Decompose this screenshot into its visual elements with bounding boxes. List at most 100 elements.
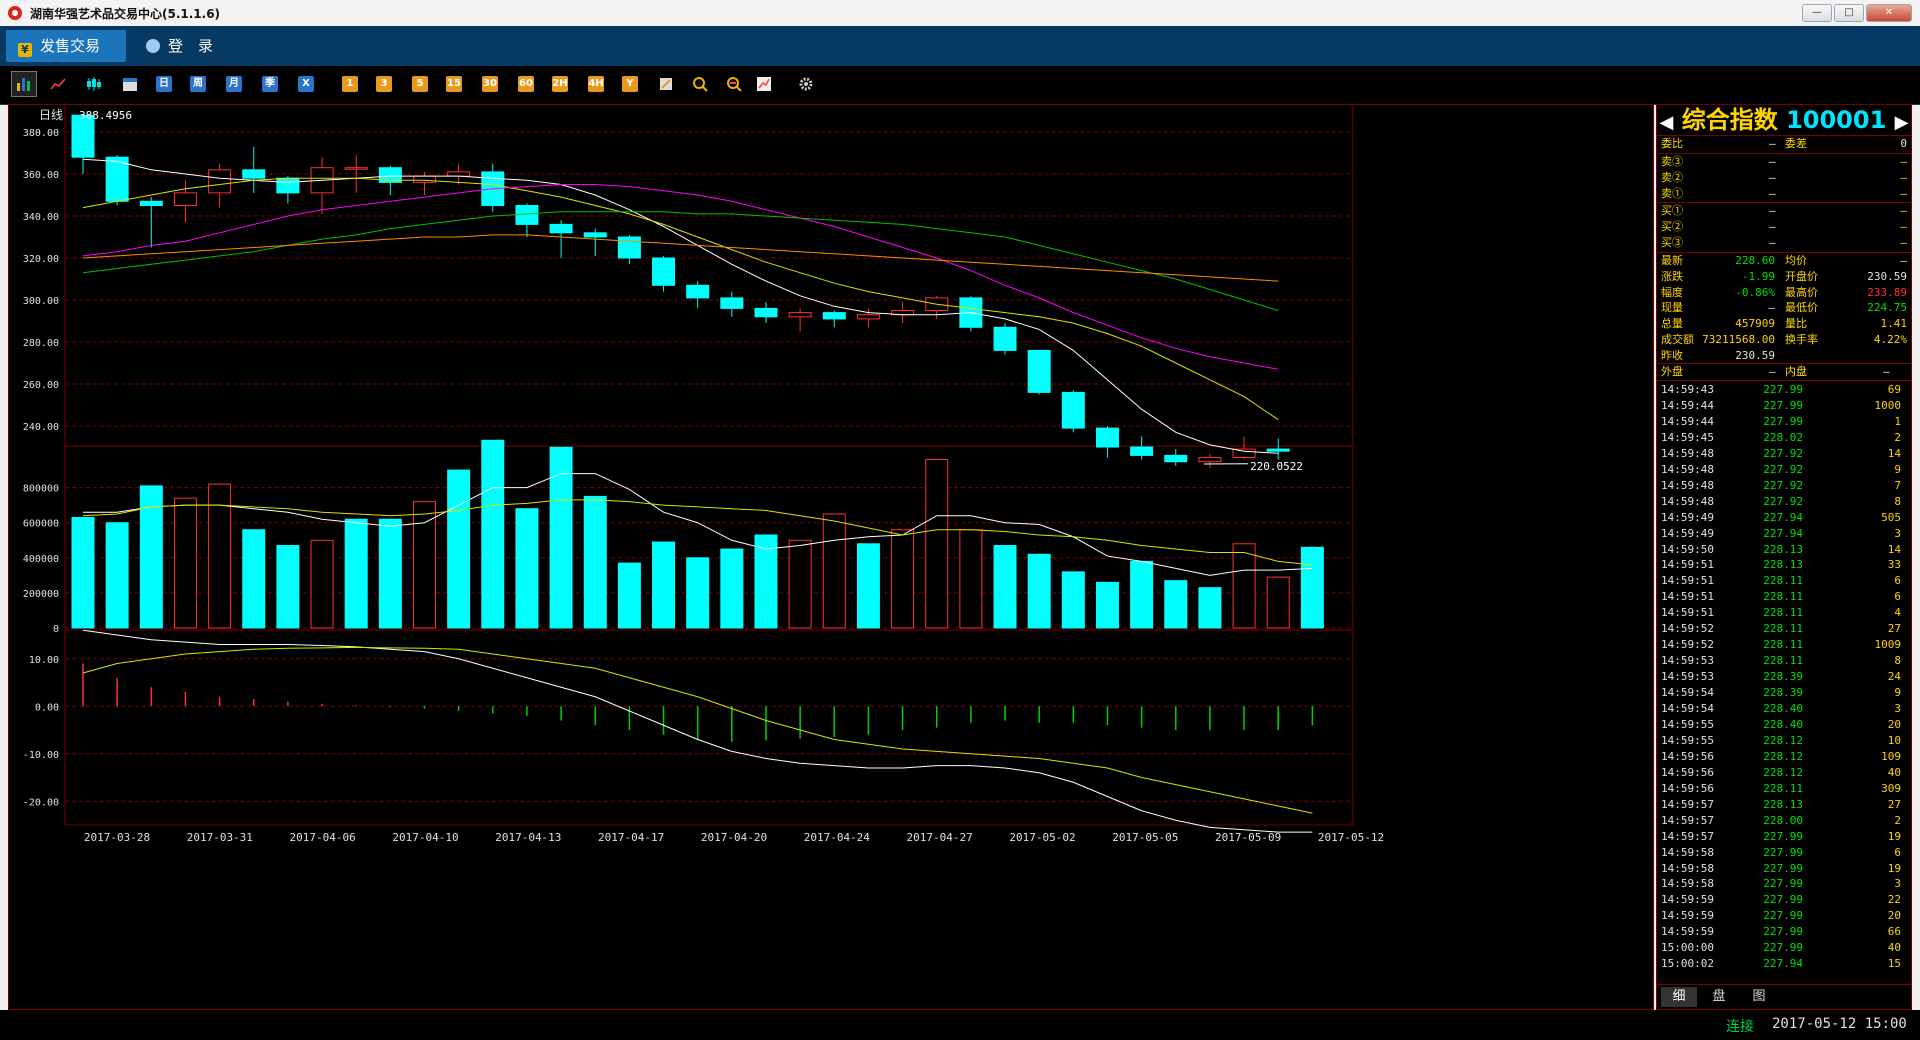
trade-row: 14:59:58 227.99 19 [1661,861,1907,877]
tab-details[interactable]: 细 [1661,987,1697,1007]
candle [856,314,880,320]
stat-label: 量比 [1785,317,1807,331]
stat-row: 涨跌 -1.99 开盘价 230.59 [1661,269,1907,285]
period-day-button[interactable]: 日 [156,76,172,92]
macd-tick-label: 10.00 [29,655,59,666]
tab-chart[interactable]: 图 [1741,987,1777,1007]
volume-bar [515,508,539,629]
annotate-button[interactable] [756,76,772,92]
chart-edit-icon [757,77,771,91]
trade-row: 14:59:57 228.00 2 [1661,813,1907,829]
minute-3-button[interactable]: 3 [376,76,392,92]
period-week-button[interactable]: 周 [190,76,206,92]
minute-15-button[interactable]: 15 [446,76,462,92]
sell-volume: — [1900,155,1907,168]
minute-30-button[interactable]: 30 [482,76,498,92]
minute-60-button[interactable]: 60 [518,76,534,92]
candle [447,171,471,177]
candle [276,177,300,194]
trade-row: 14:59:56 228.12 109 [1661,749,1907,765]
candle [1027,349,1051,393]
candle [993,326,1017,351]
candlestick-chart-button[interactable] [11,71,37,97]
minute-5-button[interactable]: 5 [412,76,428,92]
title-bar: 湖南华强艺术品交易中心(5.1.1.6) — □ ✕ [0,0,1920,27]
trade-price: 228.02 [1763,430,1803,444]
trade-volume: 505 [1881,510,1901,524]
trade-row: 15:00:00 227.99 40 [1661,940,1907,956]
menu-trade[interactable]: ¥ 发售交易 [6,30,126,62]
price-tick-label: 380.00 [23,128,59,139]
price-tick-label: 240.00 [23,422,59,433]
trade-volume: 3 [1894,526,1901,540]
minute-1-button[interactable]: 1 [342,76,358,92]
period-custom-button[interactable]: X [298,76,314,92]
tab-orderbook[interactable]: 盘 [1701,987,1737,1007]
volume-bar [788,539,812,629]
price-tick-label: 320.00 [23,254,59,265]
kline-chart-pane[interactable]: 日线 380.00 360.00 340.00 320.00 300.00 280.00 26… [8,104,1654,1010]
period-quarter-button[interactable]: 季 [262,76,278,92]
macd-tick-label: -20.00 [23,797,59,808]
instrument-name: 综合指数 [1681,106,1778,134]
zoom-out-button[interactable] [726,76,742,92]
trade-row: 14:59:51 228.11 4 [1661,605,1907,621]
prev-instrument-icon[interactable]: ◀ [1660,112,1674,133]
low-price-label: 220.0522 [1250,460,1303,473]
trade-price: 228.39 [1763,686,1803,700]
candle [1198,457,1222,463]
candle [139,200,163,207]
trade-volume: 19 [1887,829,1901,843]
trade-volume: 27 [1887,622,1901,636]
volume-bar [447,469,471,629]
sell-price: — [1769,171,1776,184]
trade-row: 14:59:49 227.94 3 [1661,526,1907,542]
trade-volume: 40 [1887,941,1901,955]
trade-volume: 2 [1894,430,1901,444]
trade-volume: 7 [1894,478,1901,492]
trade-price: 227.99 [1763,829,1803,843]
maximize-button[interactable]: □ [1834,4,1864,22]
trade-volume: 309 [1881,781,1901,795]
period-month-button[interactable]: 月 [226,76,242,92]
quote-panel: ◀ 综合指数 100001 ▶ 委比 — 委差 0 卖③ — — 卖② — — 卖① — — 买… [1656,104,1912,1010]
buy-volume: — [1900,236,1907,249]
main-menu-bar: ¥ 发售交易 登 录 [0,26,1920,66]
volume-bar [583,495,607,629]
menu-login[interactable]: 登 录 [146,30,213,62]
trade-time: 14:59:48 [1661,478,1714,492]
trade-row: 14:59:48 227.92 9 [1661,462,1907,478]
minimize-button[interactable]: — [1802,4,1832,22]
trade-volume: 40 [1887,765,1901,779]
divider [1657,380,1911,381]
line-chart-button[interactable] [50,76,66,92]
trade-price: 227.99 [1763,414,1803,428]
year-button[interactable]: Y [622,76,638,92]
hour-4-button[interactable]: 4H [588,76,604,92]
hour-2-button[interactable]: 2H [552,76,568,92]
draw-button[interactable] [658,76,674,92]
volume-bar [242,529,266,629]
zoom-in-button[interactable] [692,76,708,92]
price-tick-label: 340.00 [23,212,59,223]
settings-button[interactable] [798,76,814,92]
volume-tick-label: 800000 [23,484,59,495]
gear-icon [799,77,813,91]
stat-row: 总量 457909 量比 1.41 [1661,316,1907,332]
price-tick-label: 280.00 [23,338,59,349]
trade-volume: 6 [1894,590,1901,604]
kline-button[interactable] [86,76,102,92]
trade-time: 14:59:55 [1661,733,1714,747]
trade-price: 227.92 [1763,478,1803,492]
buy-volume: — [1900,204,1907,217]
candle [173,192,197,207]
yen-icon: ¥ [18,43,32,57]
next-instrument-icon[interactable]: ▶ [1895,112,1909,133]
close-button[interactable]: ✕ [1866,4,1912,22]
calendar-button[interactable] [122,76,138,92]
trade-price: 228.40 [1763,717,1803,731]
trade-row: 14:59:48 227.92 8 [1661,494,1907,510]
kline-chart[interactable]: 日线 380.00 360.00 340.00 320.00 300.00 280.00 26… [9,105,1653,1009]
trade-time: 14:59:50 [1661,542,1714,556]
trade-volume: 14 [1887,446,1901,460]
